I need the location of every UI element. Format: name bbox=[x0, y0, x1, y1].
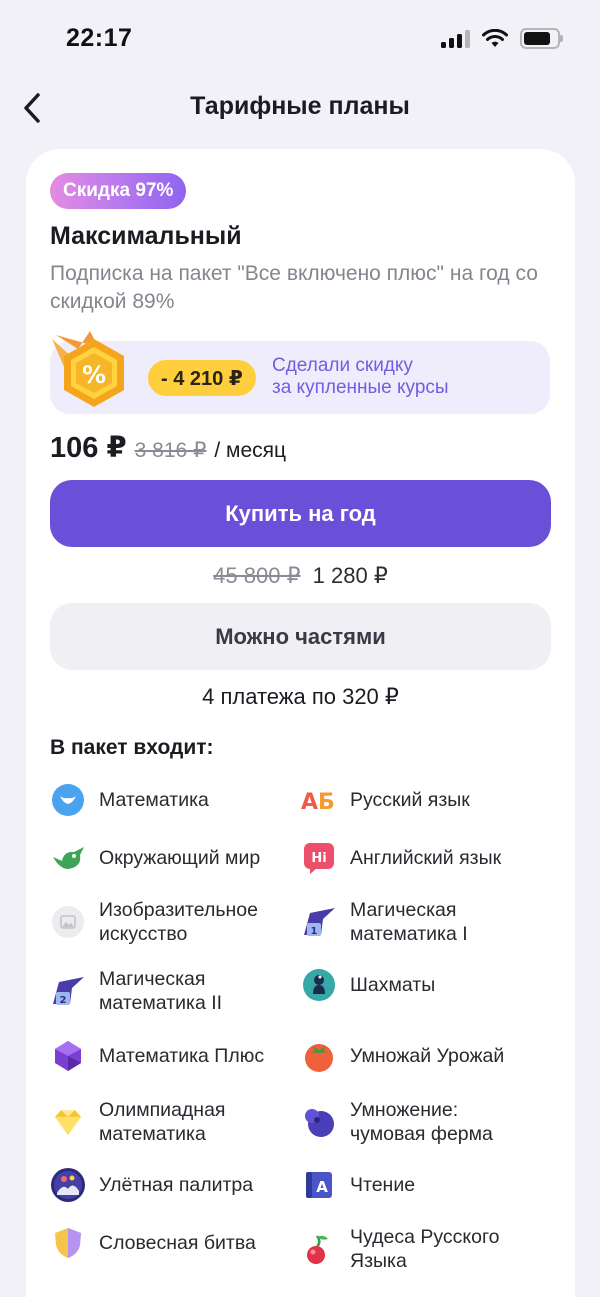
svg-text:Hi: Hi bbox=[311, 851, 326, 866]
course-label: Окружающий мир bbox=[99, 847, 261, 869]
hi-bubble-icon: Hi bbox=[301, 840, 337, 876]
page-title: Тарифные планы bbox=[190, 92, 410, 120]
course-item: 2 Магическая математика II bbox=[50, 967, 222, 1015]
a-book-icon: A bbox=[301, 1167, 337, 1203]
course-item: АБ Русский язык bbox=[301, 782, 470, 818]
green-bird-icon bbox=[50, 840, 86, 876]
package-title: В пакет входит: bbox=[50, 736, 214, 759]
blueberry-icon bbox=[301, 1104, 337, 1140]
year-price: 45 800 ₽ 1 280 ₽ bbox=[26, 563, 575, 589]
course-label: Магическая математика I bbox=[350, 899, 468, 945]
year-price-new: 1 280 ₽ bbox=[312, 563, 388, 588]
buy-year-button[interactable]: Купить на год bbox=[50, 480, 551, 547]
battery-icon bbox=[520, 28, 563, 49]
wizard-hat-icon: 2 bbox=[50, 973, 86, 1009]
svg-text:1: 1 bbox=[311, 926, 318, 937]
course-label: Английский язык bbox=[350, 847, 502, 869]
plan-title: Максимальный bbox=[50, 222, 242, 250]
course-label: Улётная палитра bbox=[99, 1174, 254, 1196]
status-time: 22:17 bbox=[66, 24, 133, 52]
gold-gem-icon bbox=[50, 1104, 86, 1140]
svg-text:%: % bbox=[82, 361, 106, 389]
monthly-price: 106 ₽ 3 816 ₽ / месяц bbox=[50, 430, 286, 465]
crystal-icon bbox=[50, 1038, 86, 1074]
course-label: Изобразительное искусство bbox=[99, 899, 258, 945]
chess-pawn-icon bbox=[301, 967, 337, 1003]
blue-bird-icon bbox=[50, 782, 86, 818]
shield-icon bbox=[50, 1225, 86, 1261]
course-label: Математика Плюс bbox=[99, 1045, 265, 1067]
svg-text:А: А bbox=[301, 790, 318, 815]
promo-banner: % - 4 210 ₽ Сделали скидку за купленные … bbox=[50, 331, 550, 414]
wifi-icon bbox=[482, 28, 508, 47]
course-label: Математика bbox=[99, 789, 209, 811]
svg-text:Б: Б bbox=[318, 790, 335, 815]
course-item: Окружающий мир bbox=[50, 840, 260, 876]
ab-letters-icon: АБ bbox=[301, 782, 337, 818]
course-item: Изобразительное искусство bbox=[50, 898, 258, 946]
tomato-icon bbox=[301, 1038, 337, 1074]
course-item: Умножение: чумовая ферма bbox=[301, 1098, 493, 1146]
wizard-hat-icon: 1 bbox=[301, 904, 337, 940]
course-item: Улётная палитра bbox=[50, 1167, 253, 1203]
year-price-old: 45 800 ₽ bbox=[213, 563, 301, 588]
course-label: Чтение bbox=[350, 1174, 416, 1196]
course-item: Математика bbox=[50, 782, 209, 818]
svg-text:2: 2 bbox=[60, 995, 67, 1006]
course-item: Умножай Урожай bbox=[301, 1038, 504, 1074]
plan-card: Скидка 97% Максимальный Подписка на паке… bbox=[26, 149, 575, 1297]
cellular-signal-icon bbox=[441, 29, 470, 48]
discount-badge: Скидка 97% bbox=[50, 173, 187, 209]
course-label: Умножай Урожай bbox=[350, 1045, 505, 1067]
plan-description: Подписка на пакет "Все включено плюс" на… bbox=[50, 262, 538, 313]
installments-button[interactable]: Можно частями bbox=[50, 603, 551, 670]
image-icon bbox=[50, 904, 86, 940]
course-label: Умножение: чумовая ферма bbox=[350, 1099, 493, 1145]
course-item: A Чтение bbox=[301, 1167, 415, 1203]
palette-icon bbox=[50, 1167, 86, 1203]
course-item: Чудеса Русского Языка bbox=[301, 1225, 500, 1273]
installments-note: 4 платежа по 320 ₽ bbox=[202, 684, 399, 709]
course-label: Олимпиадная математика bbox=[99, 1099, 226, 1145]
course-label: Магическая математика II bbox=[99, 968, 223, 1014]
course-label: Чудеса Русского Языка bbox=[350, 1226, 500, 1272]
promo-discount-amount: - 4 210 ₽ bbox=[148, 360, 256, 396]
course-item: Шахматы bbox=[301, 967, 435, 1003]
status-icons bbox=[441, 28, 563, 49]
course-item: Hi Английский язык bbox=[301, 840, 501, 876]
course-item: Математика Плюс bbox=[50, 1038, 264, 1074]
percent-coin-icon: % bbox=[52, 331, 124, 407]
nav-bar: Тарифные планы bbox=[0, 80, 600, 134]
price-old: 3 816 ₽ bbox=[134, 439, 207, 462]
price-current: 106 ₽ bbox=[50, 432, 127, 464]
cherry-icon bbox=[301, 1231, 337, 1267]
price-period: / месяц bbox=[214, 439, 287, 462]
course-item: 1 Магическая математика I bbox=[301, 898, 468, 946]
status-bar: 22:17 bbox=[0, 0, 600, 80]
course-label: Русский язык bbox=[350, 789, 470, 811]
promo-text: Сделали скидку за купленные курсы bbox=[272, 355, 449, 398]
course-label: Шахматы bbox=[350, 974, 436, 996]
course-label: Словесная битва bbox=[99, 1232, 256, 1254]
course-item: Словесная битва bbox=[50, 1225, 256, 1261]
course-item: Олимпиадная математика bbox=[50, 1098, 225, 1146]
svg-text:A: A bbox=[316, 1178, 328, 1196]
